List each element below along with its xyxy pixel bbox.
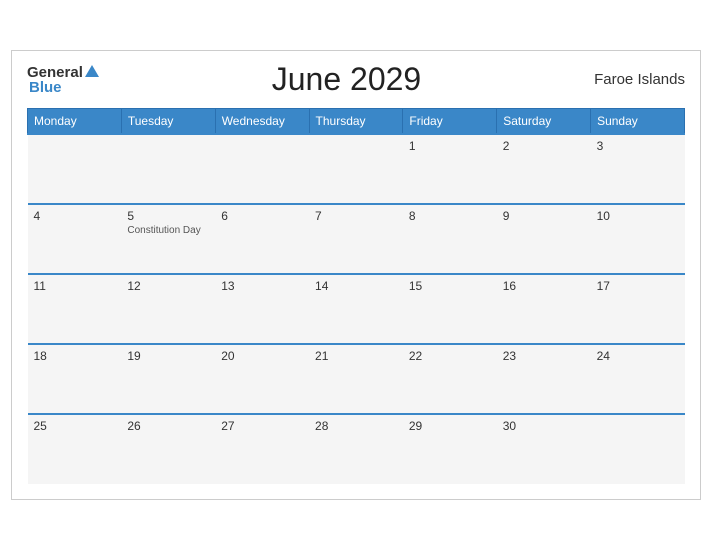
day-cell: 18 (28, 344, 122, 414)
day-cell: 8 (403, 204, 497, 274)
day-number: 16 (503, 279, 585, 293)
col-header-wednesday: Wednesday (215, 109, 309, 135)
day-cell: 5 Constitution Day (121, 204, 215, 274)
col-header-sunday: Sunday (591, 109, 685, 135)
day-cell: 30 (497, 414, 591, 484)
day-number: 24 (597, 349, 679, 363)
day-cell: 22 (403, 344, 497, 414)
day-number: 26 (127, 419, 209, 433)
day-number: 12 (127, 279, 209, 293)
day-cell (591, 414, 685, 484)
day-number: 22 (409, 349, 491, 363)
day-number: 10 (597, 209, 679, 223)
week-row-2: 11 12 13 14 15 16 17 (28, 274, 685, 344)
logo: General Blue (27, 65, 99, 95)
day-number: 5 (127, 209, 209, 223)
day-cell: 6 (215, 204, 309, 274)
day-cell: 13 (215, 274, 309, 344)
col-header-tuesday: Tuesday (121, 109, 215, 135)
col-header-thursday: Thursday (309, 109, 403, 135)
day-number: 27 (221, 419, 303, 433)
day-number: 20 (221, 349, 303, 363)
day-number: 25 (34, 419, 116, 433)
calendar-header: General Blue June 2029 Faroe Islands (27, 61, 685, 98)
day-number: 19 (127, 349, 209, 363)
day-number: 2 (503, 139, 585, 153)
day-cell: 24 (591, 344, 685, 414)
calendar-thead: MondayTuesdayWednesdayThursdayFridaySatu… (28, 109, 685, 135)
day-cell: 10 (591, 204, 685, 274)
day-cell (215, 134, 309, 204)
day-cell (121, 134, 215, 204)
day-cell: 28 (309, 414, 403, 484)
day-cell: 2 (497, 134, 591, 204)
col-header-saturday: Saturday (497, 109, 591, 135)
calendar-region: Faroe Islands (594, 71, 685, 88)
day-number: 7 (315, 209, 397, 223)
day-cell: 14 (309, 274, 403, 344)
col-header-friday: Friday (403, 109, 497, 135)
day-cell: 29 (403, 414, 497, 484)
calendar-container: General Blue June 2029 Faroe Islands Mon… (11, 50, 701, 500)
calendar-title: June 2029 (272, 61, 421, 98)
day-number: 15 (409, 279, 491, 293)
logo-general-text: General (27, 65, 83, 80)
day-number: 18 (34, 349, 116, 363)
day-number: 21 (315, 349, 397, 363)
logo-blue-text: Blue (27, 80, 99, 95)
day-cell: 19 (121, 344, 215, 414)
day-cell: 27 (215, 414, 309, 484)
day-cell: 3 (591, 134, 685, 204)
day-number: 8 (409, 209, 491, 223)
day-number: 17 (597, 279, 679, 293)
day-number: 11 (34, 279, 116, 293)
day-cell: 25 (28, 414, 122, 484)
calendar-header-row: MondayTuesdayWednesdayThursdayFridaySatu… (28, 109, 685, 135)
day-number: 13 (221, 279, 303, 293)
day-cell: 15 (403, 274, 497, 344)
day-number: 9 (503, 209, 585, 223)
day-number: 30 (503, 419, 585, 433)
day-cell: 12 (121, 274, 215, 344)
day-number: 4 (34, 209, 116, 223)
calendar-grid: MondayTuesdayWednesdayThursdayFridaySatu… (27, 108, 685, 484)
day-cell: 1 (403, 134, 497, 204)
day-number: 29 (409, 419, 491, 433)
day-cell: 4 (28, 204, 122, 274)
day-cell: 7 (309, 204, 403, 274)
day-cell: 23 (497, 344, 591, 414)
day-number: 23 (503, 349, 585, 363)
day-number: 3 (597, 139, 679, 153)
day-number: 1 (409, 139, 491, 153)
calendar-tbody: 12345Constitution Day6789101112131415161… (28, 134, 685, 484)
day-cell: 26 (121, 414, 215, 484)
week-row-3: 18 19 20 21 22 23 24 (28, 344, 685, 414)
day-cell: 21 (309, 344, 403, 414)
logo-triangle-icon (85, 65, 99, 77)
week-row-4: 25 26 27 28 29 30 (28, 414, 685, 484)
event-label: Constitution Day (127, 225, 209, 236)
day-cell: 17 (591, 274, 685, 344)
week-row-1: 45 Constitution Day 6789 10 (28, 204, 685, 274)
day-cell: 20 (215, 344, 309, 414)
day-number: 14 (315, 279, 397, 293)
week-row-0: 123 (28, 134, 685, 204)
col-header-monday: Monday (28, 109, 122, 135)
day-number: 28 (315, 419, 397, 433)
day-number: 6 (221, 209, 303, 223)
day-cell (28, 134, 122, 204)
day-cell: 9 (497, 204, 591, 274)
day-cell: 11 (28, 274, 122, 344)
day-cell: 16 (497, 274, 591, 344)
logo-general: General (27, 65, 99, 80)
day-cell (309, 134, 403, 204)
